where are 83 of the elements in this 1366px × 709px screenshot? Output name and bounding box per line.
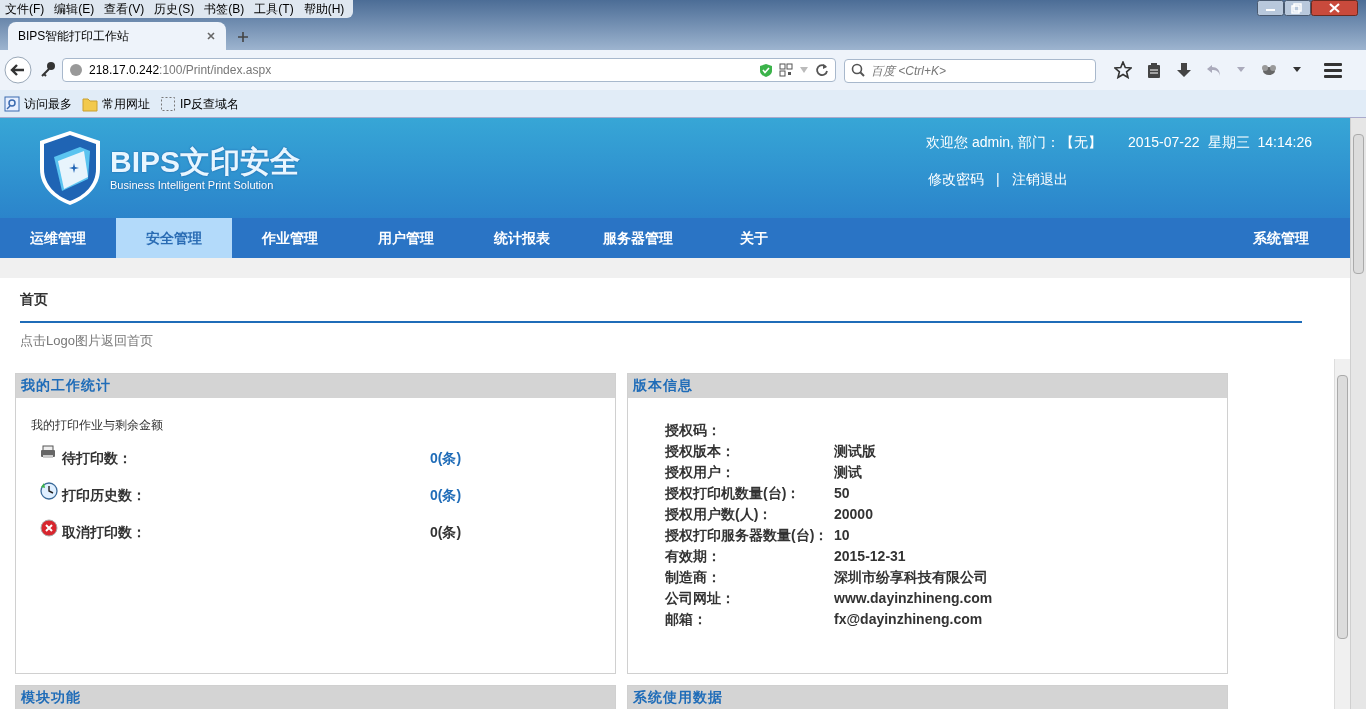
info-label: 公司网址：	[665, 588, 736, 608]
info-label: 授权用户数(人)：	[665, 504, 774, 524]
reload-icon[interactable]	[815, 63, 829, 77]
nav-tab[interactable]: 运维管理	[0, 218, 116, 258]
search-icon	[4, 95, 20, 112]
menu-item[interactable]: 查看(V)	[99, 0, 150, 18]
info-value: 2015-12-31	[834, 546, 906, 566]
hint-text: 点击Logo图片返回首页	[20, 332, 153, 350]
menu-item[interactable]: 帮助(H)	[298, 0, 350, 18]
menu-item[interactable]: 历史(S)	[149, 0, 200, 18]
nav-tab[interactable]: 用户管理	[348, 218, 464, 258]
scrollbar[interactable]	[1350, 118, 1366, 709]
info-value: 深圳市纷享科技有限公司	[834, 567, 988, 587]
menu-item[interactable]: 书签(B)	[199, 0, 250, 18]
back-button[interactable]	[4, 56, 32, 84]
info-value: 50	[834, 483, 850, 503]
info-value: fx@dayinzhineng.com	[834, 609, 983, 629]
qr-code-icon[interactable]	[779, 63, 793, 77]
stat-label: 待打印数：	[62, 448, 133, 468]
menu-icon[interactable]	[1324, 61, 1342, 79]
close-icon[interactable]	[1311, 0, 1358, 16]
menu-item[interactable]: 文件(F)	[0, 0, 50, 18]
scrollbar[interactable]	[1334, 358, 1350, 709]
url-text: 218.17.0.242:100/Print/index.aspx	[89, 62, 273, 79]
panel-subtitle: 我的打印作业与剩余金额	[31, 416, 163, 434]
info-label: 授权版本：	[665, 441, 736, 461]
nav-tab[interactable]: 服务器管理	[580, 218, 696, 258]
breadcrumb[interactable]: 首页	[20, 291, 48, 307]
clock-icon	[40, 482, 58, 500]
panel-title: 版本信息	[633, 376, 693, 395]
address-bar[interactable]: 218.17.0.242:100/Print/index.aspx	[62, 58, 836, 82]
nav-tab[interactable]: 安全管理	[116, 218, 232, 258]
info-value: 20000	[834, 504, 873, 524]
date-text: 2015-07-22	[1127, 133, 1200, 152]
new-tab-icon[interactable]	[238, 32, 248, 42]
stat-label: 打印历史数：	[62, 485, 147, 505]
info-label: 授权码：	[665, 420, 722, 440]
separator-text: |	[996, 170, 1000, 189]
stat-value: 0(条)	[430, 522, 462, 542]
cancel-icon	[40, 519, 58, 537]
bookmark-item[interactable]: 访问最多	[4, 94, 72, 113]
info-label: 授权用户：	[665, 462, 736, 482]
search-field[interactable]: 百度 <Ctrl+K>	[844, 58, 1096, 83]
panel-title: 模块功能	[21, 688, 81, 707]
search-icon	[851, 62, 865, 77]
stat-label: 取消打印数：	[62, 522, 147, 542]
info-label: 授权打印服务器数量(台)：	[665, 525, 830, 545]
nav-tab[interactable]: 统计报表	[464, 218, 580, 258]
stat-link[interactable]: 0(条)	[430, 484, 462, 506]
close-icon[interactable]	[206, 31, 216, 41]
menu-item[interactable]: 编辑(E)	[49, 0, 100, 18]
time-text: 14:14:26	[1257, 133, 1312, 152]
download-icon[interactable]	[1176, 62, 1192, 78]
browser-tab[interactable]: BIPS智能打印工作站	[8, 22, 226, 50]
info-label: 授权打印机数量(台)：	[665, 483, 802, 503]
page-icon	[160, 95, 176, 112]
welcome-text: 欢迎您 admin, 部门：【无】	[926, 133, 1102, 152]
weekday-text: 星期三	[1207, 133, 1250, 152]
info-value: 测试版	[834, 441, 876, 461]
bookmark-item[interactable]: IP反查域名	[160, 94, 240, 113]
info-value: www.dayinzhineng.com	[834, 588, 993, 608]
shield-check-icon[interactable]	[759, 62, 773, 78]
minimize-icon[interactable]	[1257, 0, 1284, 16]
dropdown-icon[interactable]	[1292, 66, 1302, 74]
folder-icon	[82, 95, 98, 112]
nav-tab[interactable]: 作业管理	[232, 218, 348, 258]
info-label: 制造商：	[665, 567, 722, 587]
stat-link[interactable]: 0(条)	[430, 447, 462, 469]
bookmark-star-icon[interactable]	[1114, 61, 1132, 79]
menu-item[interactable]: 工具(T)	[249, 0, 299, 18]
tab-title: BIPS智能打印工作站	[18, 28, 130, 45]
logo-subtitle: Business Intelligent Print Solution	[110, 178, 275, 192]
info-value: 10	[834, 525, 850, 545]
restore-icon[interactable]	[1284, 0, 1311, 16]
nav-tab[interactable]: 系统管理	[1253, 218, 1350, 258]
panel-title: 系统使用数据	[633, 688, 723, 707]
info-label: 有效期：	[665, 546, 722, 566]
info-value: 测试	[834, 462, 862, 482]
clipboard-icon[interactable]	[1146, 61, 1162, 79]
panel-title: 我的工作统计	[21, 376, 111, 395]
nav-tab[interactable]: 关于	[696, 218, 812, 258]
bookmark-item[interactable]: 常用网址	[82, 94, 150, 113]
info-label: 邮箱：	[665, 609, 708, 629]
